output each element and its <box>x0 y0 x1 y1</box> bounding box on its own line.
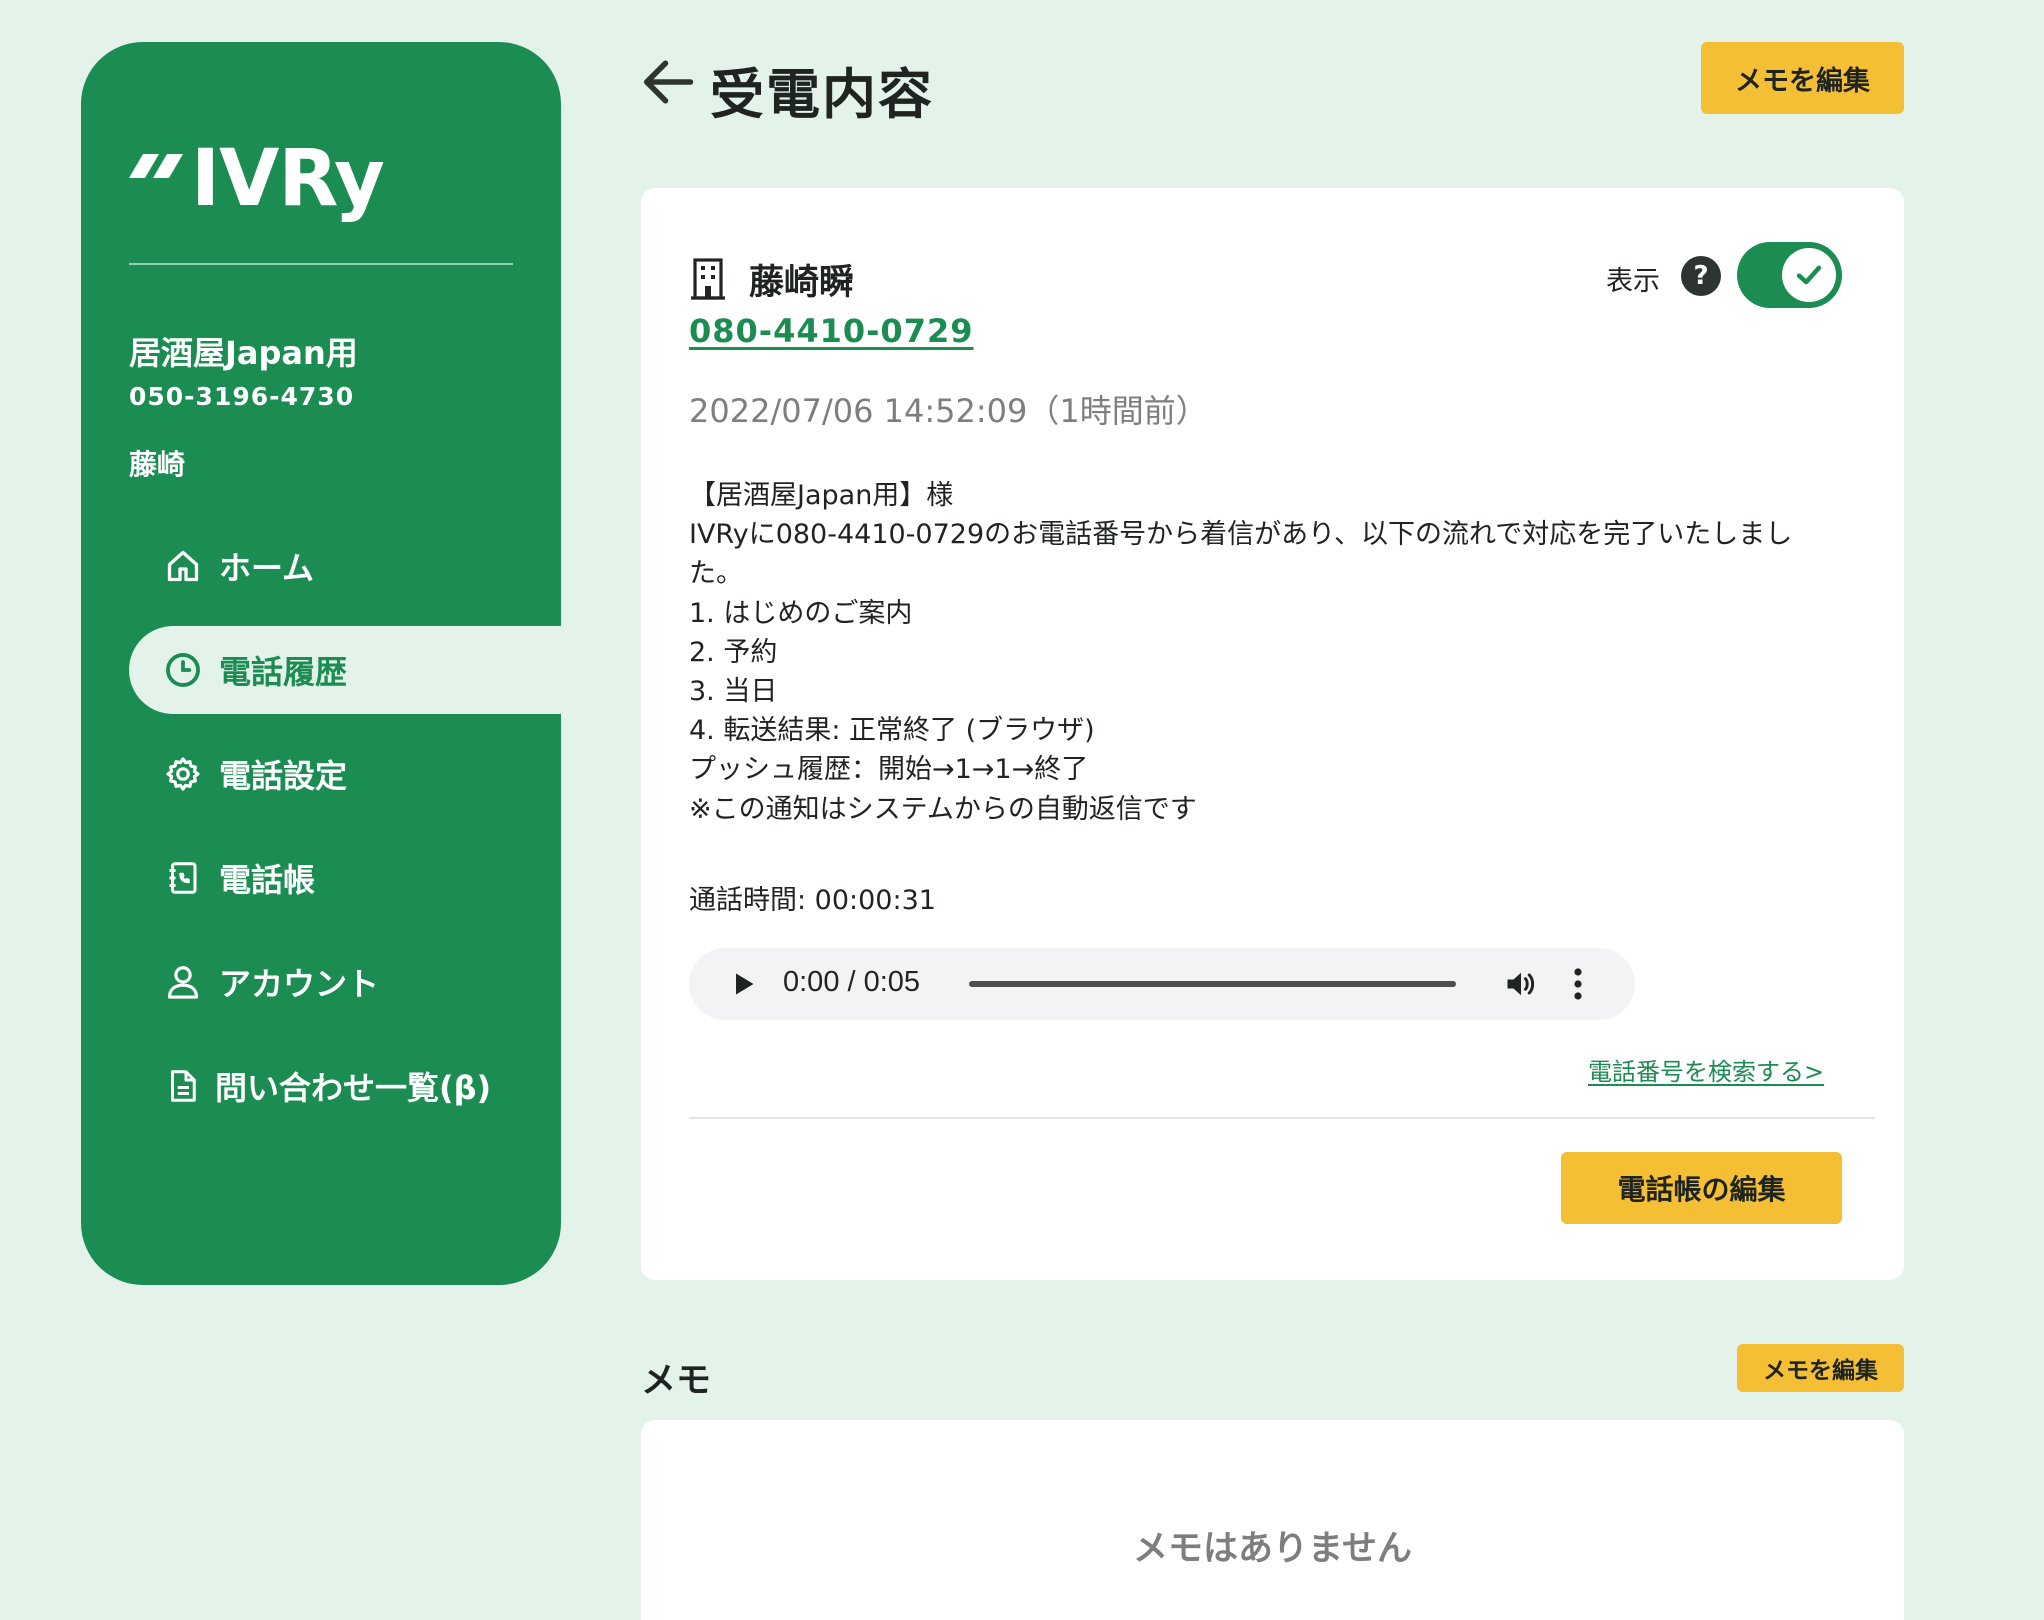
account-name: 居酒屋Japan用 <box>129 334 358 372</box>
phonebook-icon <box>163 858 203 898</box>
edit-memo-button[interactable]: メモを編集 <box>1737 1344 1904 1392</box>
message-line: た。 <box>689 558 743 590</box>
call-datetime: 2022/07/06 14:52:09（1時間前） <box>689 392 1208 430</box>
user-icon <box>163 962 203 1002</box>
message-line: 1. はじめのご案内 <box>689 597 913 629</box>
toggle-check-icon <box>1782 248 1836 302</box>
more-options-icon[interactable] <box>1569 966 1587 1002</box>
nav-item-phonebook[interactable]: 電話帳 <box>129 834 561 922</box>
edit-memo-button-top[interactable]: メモを編集 <box>1701 42 1904 114</box>
clock-icon <box>163 650 203 690</box>
user-name: 藤崎 <box>129 448 186 481</box>
memo-card: メモはありません <box>641 1420 1904 1620</box>
account-phone: 050-3196-4730 <box>129 382 355 411</box>
help-icon[interactable]: ? <box>1681 256 1721 296</box>
logo-text: IVRy <box>191 134 385 224</box>
nav-item-call-history[interactable]: 電話履歴 <box>129 626 561 714</box>
caller-name: 藤崎瞬 <box>749 263 855 303</box>
nav-item-home[interactable]: ホーム <box>129 522 561 610</box>
audio-progress-track[interactable] <box>969 981 1456 987</box>
building-icon <box>691 258 725 300</box>
gear-icon <box>163 754 203 794</box>
nav-label-home: ホーム <box>219 549 315 587</box>
document-icon <box>163 1066 203 1106</box>
caller-phone-link[interactable]: 080-4410-0729 <box>689 312 973 350</box>
call-detail-card: 藤崎瞬 080-4410-0729 表示 ? 2022/07/06 14:52:… <box>641 188 1904 1280</box>
sidebar: IVRy 居酒屋Japan用 050-3196-4730 藤崎 ホーム 電話履歴… <box>81 42 561 1285</box>
search-phone-number-link[interactable]: 電話番号を検索する> <box>1588 1052 1824 1087</box>
home-icon <box>163 546 203 586</box>
audio-player: 0:00 / 0:05 <box>689 948 1635 1020</box>
display-toggle[interactable] <box>1737 242 1842 308</box>
audio-time: 0:00 / 0:05 <box>783 966 921 998</box>
nav-item-account[interactable]: アカウント <box>129 938 561 1026</box>
message-line: 3. 当日 <box>689 676 778 708</box>
back-arrow-icon[interactable] <box>638 52 698 112</box>
volume-icon[interactable] <box>1503 966 1539 1002</box>
message-line: 【居酒屋Japan用】様 <box>689 480 954 511</box>
message-line: ※この通知はシステムからの自動返信です <box>689 793 1197 825</box>
logo-mark-icon <box>129 154 183 178</box>
page-title: 受電内容 <box>710 63 934 126</box>
card-divider <box>689 1117 1875 1119</box>
nav-label-phonebook: 電話帳 <box>219 861 316 899</box>
message-line: IVRyに080-4410-0729のお電話番号から着信があり、以下の流れで対応… <box>689 519 1793 551</box>
nav-label-call-settings: 電話設定 <box>219 757 348 795</box>
nav-item-call-settings[interactable]: 電話設定 <box>129 730 561 818</box>
display-toggle-label: 表示 <box>1606 266 1660 297</box>
nav-item-inquiries[interactable]: 問い合わせ一覧(β) <box>129 1042 561 1130</box>
ivry-logo[interactable]: IVRy <box>129 120 385 238</box>
nav-label-inquiries: 問い合わせ一覧(β) <box>215 1069 492 1107</box>
message-line: 2. 予約 <box>689 636 778 668</box>
message-line: プッシュ履歴：開始→1→1→終了 <box>689 754 1089 786</box>
edit-phonebook-button[interactable]: 電話帳の編集 <box>1561 1152 1842 1224</box>
sidebar-divider <box>129 263 513 265</box>
call-duration: 通話時間: 00:00:31 <box>689 885 936 916</box>
message-line: 4. 転送結果: 正常終了 (ブラウザ) <box>689 715 1095 747</box>
nav-label-call-history: 電話履歴 <box>219 653 348 691</box>
call-summary-message: 【居酒屋Japan用】様 IVRyに080-4410-0729のお電話番号から着… <box>689 476 1869 829</box>
memo-empty-text: メモはありません <box>1133 1529 1412 1569</box>
play-icon[interactable] <box>729 970 757 998</box>
memo-section-title: メモ <box>641 1361 712 1401</box>
nav-label-account: アカウント <box>219 965 380 1003</box>
